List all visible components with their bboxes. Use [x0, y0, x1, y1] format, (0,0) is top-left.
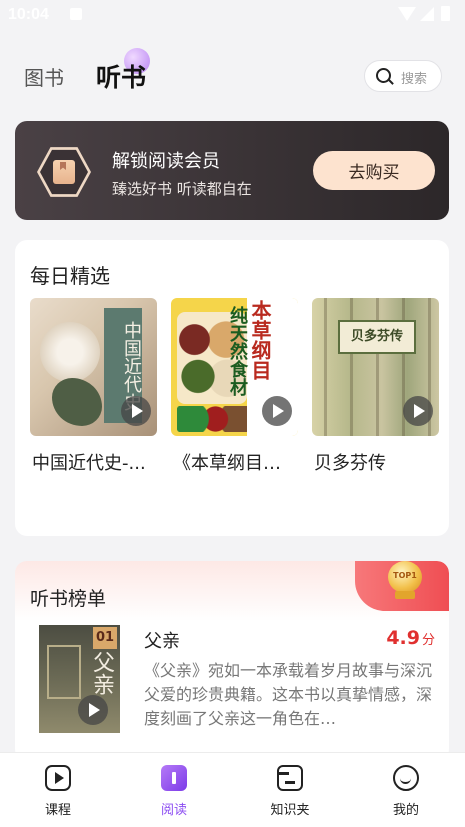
nav-item-reading[interactable]: 阅读 — [134, 753, 214, 827]
book-cover[interactable]: 01 父亲 — [39, 625, 120, 733]
search-box[interactable]: 搜索 — [364, 60, 442, 92]
book-title[interactable]: 父亲 — [144, 627, 180, 653]
tab-books[interactable]: 图书 — [24, 62, 64, 91]
top-tabs: 图书 听书 搜索 — [0, 48, 465, 100]
book-cover[interactable]: 贝多芬传 — [312, 298, 439, 436]
play-icon[interactable] — [121, 396, 151, 426]
book-cover[interactable]: 本草纲目 纯天然食材 — [171, 298, 298, 436]
nav-item-courses[interactable]: 课程 — [18, 753, 98, 827]
trophy-label: TOP1 — [393, 571, 417, 580]
cover-art — [47, 645, 81, 699]
nav-item-knowledge[interactable]: 知识夹 — [250, 753, 330, 827]
cover-art — [52, 378, 102, 426]
cover-title-text: 本草纲目 — [248, 300, 272, 380]
bottom-nav: 课程 阅读 知识夹 我的 — [0, 752, 465, 827]
cover-title-text: 父亲 — [89, 651, 114, 695]
status-bar: 10:04 — [0, 0, 465, 32]
trophy-base — [395, 591, 415, 599]
play-square-icon — [45, 765, 71, 791]
play-icon[interactable] — [262, 396, 292, 426]
nav-label: 阅读 — [160, 803, 187, 818]
wifi-icon — [398, 7, 416, 21]
daily-picks-section: 每日精选 中国近代史 中国近代史-... 本草纲目 纯天然食材 《本草纲目… 贝… — [15, 240, 449, 536]
book-card[interactable]: 中国近代史 中国近代史-... — [30, 298, 157, 474]
smile-icon — [393, 765, 419, 791]
play-icon[interactable] — [403, 396, 433, 426]
battery-icon — [441, 6, 450, 21]
rating-score: 4.9 分 — [386, 627, 435, 649]
search-icon — [376, 68, 391, 83]
notification-icon — [70, 8, 82, 20]
tab-audiobooks[interactable]: 听书 — [96, 58, 146, 94]
cover-subtitle-text: 纯天然食材 — [227, 306, 248, 396]
book-icon — [161, 765, 187, 791]
play-icon[interactable] — [78, 695, 108, 725]
section-title: 每日精选 — [30, 264, 110, 288]
signal-icon — [420, 7, 434, 21]
bookmark-book-icon — [53, 160, 75, 184]
ranking-section: 听书榜单 TOP1 01 父亲 父亲 4.9 分 《父亲》宛如一本承载着岁月故事与… — [15, 561, 449, 761]
cover-title-text: 贝多芬传 — [338, 320, 416, 354]
nav-label: 知识夹 — [270, 803, 310, 818]
vip-subtitle: 臻选好书 听读都自在 — [112, 180, 252, 198]
book-description: 《父亲》宛如一本承载着岁月故事与深沉父爱的珍贵典籍。这本书以真挚情感，深度刻画了… — [144, 661, 433, 728]
book-title: 《本草纲目… — [173, 453, 281, 474]
book-title: 贝多芬传 — [314, 453, 386, 474]
book-card[interactable]: 贝多芬传 贝多芬传 — [312, 298, 439, 474]
cover-art — [40, 322, 100, 382]
vip-banner[interactable]: 解锁阅读会员 臻选好书 听读都自在 去购买 — [15, 121, 449, 220]
book-card[interactable]: 本草纲目 纯天然食材 《本草纲目… — [171, 298, 298, 474]
nav-label: 我的 — [392, 803, 419, 818]
search-placeholder: 搜索 — [401, 72, 428, 87]
rank-number: 01 — [93, 627, 117, 649]
folder-icon — [277, 765, 303, 791]
nav-item-profile[interactable]: 我的 — [366, 753, 446, 827]
cover-art — [177, 406, 247, 432]
score-unit: 分 — [421, 633, 435, 648]
book-title: 中国近代史-... — [32, 453, 146, 474]
section-title: 听书榜单 — [30, 588, 107, 610]
nav-label: 课程 — [44, 803, 71, 818]
book-cover[interactable]: 中国近代史 — [30, 298, 157, 436]
vip-title: 解锁阅读会员 — [112, 151, 220, 172]
status-time: 10:04 — [8, 6, 49, 23]
buy-button[interactable]: 去购买 — [313, 151, 435, 190]
score-value: 4.9 — [386, 627, 420, 649]
